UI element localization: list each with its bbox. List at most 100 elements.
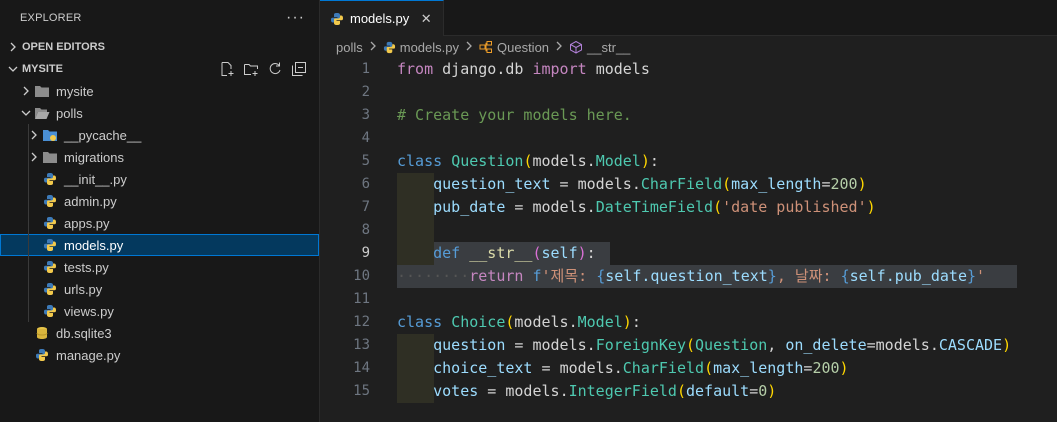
code-line: 6 question_text = models.CharField(max_l… <box>320 173 1057 196</box>
explorer-sidebar: EXPLORER ··· OPEN EDITORS MYSITE mysite … <box>0 0 320 422</box>
line-number: 10 <box>353 268 370 284</box>
folder-open-icon <box>34 105 50 121</box>
file-tree: mysite polls __pycache__ migrations __in… <box>0 80 319 366</box>
python-file-icon <box>42 171 58 187</box>
open-editors-section[interactable]: OPEN EDITORS <box>0 36 319 58</box>
line-number: 15 <box>353 383 370 399</box>
tree-item-db-sqlite3[interactable]: db.sqlite3 <box>0 322 319 344</box>
line-number: 8 <box>361 222 370 238</box>
class-symbol-icon <box>479 40 493 54</box>
tree-item-label: migrations <box>64 149 124 165</box>
python-file-icon <box>42 303 58 319</box>
breadcrumb-class-label: Question <box>497 39 550 55</box>
new-folder-icon[interactable] <box>243 61 259 77</box>
tree-item-label: mysite <box>56 83 94 99</box>
line-number: 5 <box>361 153 370 169</box>
python-file-icon <box>42 193 58 209</box>
tree-item-label: polls <box>56 105 83 121</box>
tree-item-label: __init__.py <box>64 171 127 187</box>
close-icon[interactable]: ✕ <box>417 10 435 28</box>
python-file-icon <box>42 215 58 231</box>
workspace-section[interactable]: MYSITE <box>0 58 319 80</box>
code-line: 8 <box>320 219 1057 242</box>
line-number: 12 <box>353 314 370 330</box>
method-symbol-icon <box>569 40 583 54</box>
tree-item-mysite[interactable]: mysite <box>0 80 319 102</box>
tree-item-init-py[interactable]: __init__.py <box>0 168 319 190</box>
tree-item-label: manage.py <box>56 347 121 363</box>
breadcrumb-class[interactable]: Question <box>479 40 549 55</box>
code-line: 13 question = models.ForeignKey(Question… <box>320 334 1057 357</box>
python-file-icon <box>330 12 344 26</box>
tree-item-urls-py[interactable]: urls.py <box>0 278 319 300</box>
open-editors-label: OPEN EDITORS <box>22 41 105 53</box>
line-number: 4 <box>361 130 370 146</box>
tree-item-models-py[interactable]: models.py <box>0 234 319 256</box>
chevron-down-icon <box>18 108 34 118</box>
python-file-icon <box>42 281 58 297</box>
code-line: 15 votes = models.IntegerField(default=0… <box>320 380 1057 403</box>
code-line-active: 9 def __str__(self): <box>320 242 1057 265</box>
tree-item-label: admin.py <box>64 193 117 209</box>
code-line: 1 from django.db import models <box>320 58 1057 81</box>
line-number: 7 <box>361 199 370 215</box>
tree-item-label: urls.py <box>64 281 103 297</box>
tree-item-admin-py[interactable]: admin.py <box>0 190 319 212</box>
chevron-right-icon <box>465 40 473 54</box>
tree-item-label: views.py <box>64 303 114 319</box>
breadcrumb: polls models.py Question __str__ <box>320 36 1057 58</box>
line-number: 3 <box>361 107 370 123</box>
workspace-label: MYSITE <box>22 63 63 75</box>
folder-icon <box>42 149 58 165</box>
refresh-icon[interactable] <box>267 61 283 77</box>
chevron-right-icon <box>6 42 20 52</box>
tree-item-pycache[interactable]: __pycache__ <box>0 124 319 146</box>
chevron-down-icon <box>6 64 20 74</box>
chevron-right-icon <box>369 40 377 54</box>
code-line: 4 <box>320 127 1057 150</box>
code-line: 3 # Create your models here. <box>320 104 1057 127</box>
tree-item-label: apps.py <box>64 215 110 231</box>
line-number: 14 <box>353 360 370 376</box>
code-line-selected: 10 ········return f'제목: {self.question_t… <box>320 265 1057 288</box>
breadcrumb-folder[interactable]: polls <box>336 40 363 55</box>
python-file-icon <box>34 347 50 363</box>
breadcrumb-method[interactable]: __str__ <box>569 40 630 55</box>
line-number: 13 <box>353 337 370 353</box>
breadcrumb-file[interactable]: models.py <box>383 40 459 55</box>
database-icon <box>34 325 50 341</box>
tab-label: models.py <box>350 11 410 26</box>
tree-item-polls[interactable]: polls <box>0 102 319 124</box>
tab-bar: models.py ✕ <box>320 0 1057 36</box>
more-actions-icon[interactable]: ··· <box>286 9 305 27</box>
code-line: 5 class Question(models.Model): <box>320 150 1057 173</box>
breadcrumb-method-label: __str__ <box>587 39 631 55</box>
collapse-all-icon[interactable] <box>291 61 307 77</box>
line-number: 11 <box>353 291 370 307</box>
new-file-icon[interactable] <box>219 61 235 77</box>
code-line: 14 choice_text = models.CharField(max_le… <box>320 357 1057 380</box>
python-file-icon <box>42 237 58 253</box>
line-number: 1 <box>361 61 370 77</box>
tree-item-apps-py[interactable]: apps.py <box>0 212 319 234</box>
tree-item-views-py[interactable]: views.py <box>0 300 319 322</box>
line-number: 6 <box>361 176 370 192</box>
tab-models-py[interactable]: models.py ✕ <box>320 0 445 36</box>
explorer-title: EXPLORER <box>20 12 82 24</box>
python-file-icon <box>42 259 58 275</box>
code-editor[interactable]: 1 from django.db import models 2 3 # Cre… <box>320 58 1057 403</box>
tree-item-manage-py[interactable]: manage.py <box>0 344 319 366</box>
chevron-right-icon <box>555 40 563 54</box>
tree-item-migrations[interactable]: migrations <box>0 146 319 168</box>
code-line: 7 pub_date = models.DateTimeField('date … <box>320 196 1057 219</box>
line-number: 2 <box>361 84 370 100</box>
tree-item-tests-py[interactable]: tests.py <box>0 256 319 278</box>
line-number: 9 <box>361 245 370 261</box>
chevron-right-icon <box>18 86 34 96</box>
code-line: 12 class Choice(models.Model): <box>320 311 1057 334</box>
tree-item-label: models.py <box>64 237 124 253</box>
code-line: 2 <box>320 81 1057 104</box>
code-line: 11 <box>320 288 1057 311</box>
editor-area: models.py ✕ polls models.py Question __s… <box>320 0 1057 422</box>
breadcrumb-file-label: models.py <box>399 39 459 55</box>
